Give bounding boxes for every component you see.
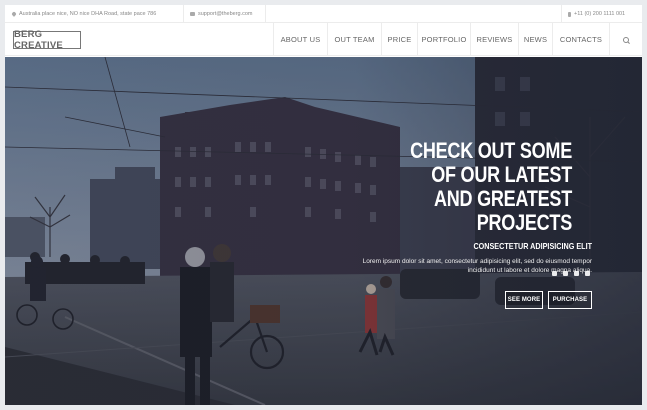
top-info-bar: Australia place nice, NO nice DHA Road, … xyxy=(5,5,642,23)
search-icon xyxy=(622,36,629,43)
nav-item-about-us[interactable]: ABOUT US xyxy=(273,23,327,56)
phone-info: +11 (0) 200 1111 001 xyxy=(563,5,630,23)
logo[interactable]: BERG CREATIVE xyxy=(13,29,81,51)
hero-buttons: SEE MORE PURCHASE xyxy=(505,291,592,309)
hero-text-block: CHECK OUT SOME OF OUR LATEST AND GREATES… xyxy=(352,139,592,275)
hero-headline: CHECK OUT SOME OF OUR LATEST AND GREATES… xyxy=(410,138,572,235)
nav-item-our-team[interactable]: OUT TEAM xyxy=(327,23,381,56)
divider xyxy=(183,5,184,23)
phone-text: +11 (0) 200 1111 001 xyxy=(574,11,626,17)
page-frame: Australia place nice, NO nice DHA Road, … xyxy=(5,5,642,405)
divider xyxy=(561,5,562,23)
nav-item-reviews[interactable]: REVIEWS xyxy=(470,23,518,56)
hero-section: CHECK OUT SOME OF OUR LATEST AND GREATES… xyxy=(5,57,642,405)
main-header: BERG CREATIVE ABOUT US OUT TEAM PRICE PO… xyxy=(5,23,642,56)
nav-item-price[interactable]: PRICE xyxy=(381,23,417,56)
flickr-icon[interactable] xyxy=(552,271,557,276)
hero-subheading: CONSECTETUR ADIPISICING ELIT xyxy=(473,241,592,251)
email-info[interactable]: support@theberg.com xyxy=(185,5,258,23)
phone-icon xyxy=(568,11,571,17)
divider xyxy=(265,5,266,23)
address-text: Australia place nice, NO nice DHA Road, … xyxy=(19,11,157,17)
main-nav: ABOUT US OUT TEAM PRICE PORTFOLIO REVIEW… xyxy=(273,23,641,56)
address-info: Australia place nice, NO nice DHA Road, … xyxy=(7,5,161,23)
social-links xyxy=(552,271,590,276)
twitter-icon[interactable] xyxy=(585,271,590,276)
nav-item-portfolio[interactable]: PORTFOLIO xyxy=(417,23,470,56)
nav-item-contacts[interactable]: CONTACTS xyxy=(552,23,609,56)
purchase-button[interactable]: PURCHASE xyxy=(548,291,592,309)
nav-item-news[interactable]: NEWS xyxy=(518,23,552,56)
map-pin-icon xyxy=(11,11,17,17)
see-more-button[interactable]: SEE MORE xyxy=(505,291,543,309)
envelope-icon xyxy=(190,12,195,16)
search-button[interactable] xyxy=(609,23,641,56)
facebook-icon[interactable] xyxy=(563,271,568,276)
email-text[interactable]: support@theberg.com xyxy=(198,11,253,17)
pinterest-icon[interactable] xyxy=(574,271,579,276)
